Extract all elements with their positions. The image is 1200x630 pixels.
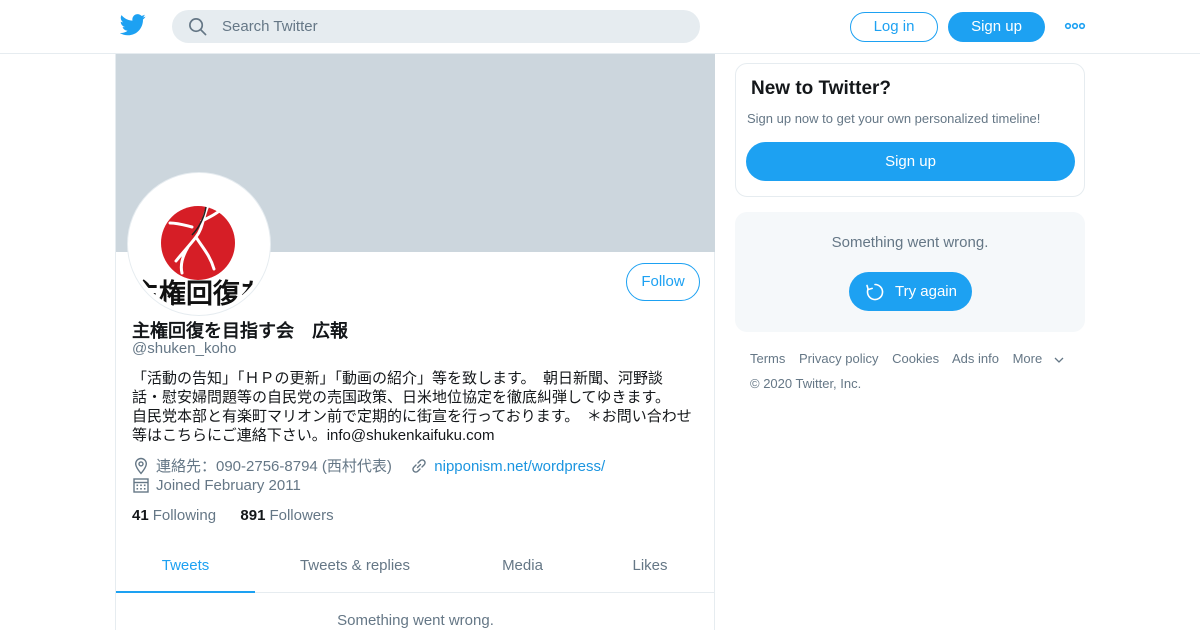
chevron-down-icon: [1054, 357, 1064, 363]
profile-location-row: 連絡先：090-2756-8794 (西村代表) nipponism.net/w…: [132, 455, 605, 475]
following-label: Following: [152, 507, 217, 524]
top-navigation-bar: Log in Sign up: [0, 0, 1200, 54]
tab-tweets-and-replies[interactable]: Tweets & replies: [255, 546, 455, 593]
tab-tweets[interactable]: Tweets: [116, 546, 255, 593]
more-options-icon[interactable]: [1064, 18, 1086, 34]
search-box[interactable]: [172, 10, 700, 43]
footer-more-label: More: [1012, 351, 1043, 366]
footer-link-privacy[interactable]: Privacy policy: [799, 351, 878, 366]
followers-count: 891: [240, 507, 266, 524]
avatar-logo-text: 主権回復を: [132, 278, 266, 310]
footer-links: Terms Privacy policy Cookies Ads info Mo…: [750, 351, 1074, 366]
bio-line: 話・慰安婦問題等の自民党の売国政策、日米地位協定を徹底糾弾してゆきます。: [132, 389, 671, 406]
link-icon: [412, 459, 426, 473]
sidebar-error-message: Something went wrong.: [831, 234, 989, 251]
try-again-label: Try again: [895, 283, 957, 300]
footer-link-more[interactable]: More: [1013, 351, 1065, 366]
following-stat[interactable]: 41 Following: [132, 507, 216, 524]
followers-label: Followers: [269, 507, 334, 524]
new-to-twitter-subtitle: Sign up now to get your own personalized…: [747, 111, 1041, 126]
bio-line: 「活動の告知」「ＨＰの更新」「動画の紹介」等を致します。 朝日新聞、河野談: [132, 370, 664, 387]
follow-button[interactable]: Follow: [626, 263, 700, 301]
try-again-button[interactable]: Try again: [849, 272, 972, 311]
location-pin-icon: [134, 457, 148, 475]
new-to-twitter-title: New to Twitter?: [751, 78, 892, 99]
twitter-bird-icon[interactable]: [120, 14, 146, 36]
avatar-logo-image: 主権回復を: [132, 199, 266, 310]
profile-tabs: Tweets Tweets & replies Media Likes: [116, 546, 715, 593]
bio-line: 等はこちらにご連絡下さい。info@shukenkaifuku.com: [132, 427, 495, 444]
profile-counts: 41 Following 891 Followers: [132, 507, 334, 524]
profile-handle[interactable]: @shuken_koho: [132, 340, 236, 357]
profile-website-link[interactable]: nipponism.net/wordpress/: [434, 458, 605, 475]
refresh-icon: [866, 283, 884, 301]
footer-link-cookies[interactable]: Cookies: [892, 351, 939, 366]
bio-line: 自民党本部と有楽町マリオン前で定期的に街宣を行っております。 ＊お問い合わせ: [132, 408, 692, 425]
feed-error-message: Something went wrong.: [337, 612, 494, 629]
search-input[interactable]: [222, 10, 682, 43]
following-count: 41: [132, 507, 149, 524]
followers-stat[interactable]: 891 Followers: [240, 507, 333, 524]
avatar[interactable]: 主権回復を: [128, 173, 270, 315]
profile-column: 主権回復を Follow 主権回復を目指す会 広報 @shuken_koho 「…: [115, 54, 715, 630]
footer-link-terms[interactable]: Terms: [750, 351, 785, 366]
footer-link-ads-info[interactable]: Ads info: [952, 351, 999, 366]
login-button[interactable]: Log in: [850, 12, 938, 42]
profile-bio: 「活動の告知」「ＨＰの更新」「動画の紹介」等を致します。 朝日新聞、河野談 話・…: [132, 369, 698, 445]
search-icon: [189, 18, 207, 36]
signup-button[interactable]: Sign up: [948, 12, 1045, 42]
tab-likes[interactable]: Likes: [590, 546, 710, 593]
copyright-text: © 2020 Twitter, Inc.: [750, 376, 862, 391]
calendar-icon: [133, 478, 149, 493]
profile-joined-date: Joined February 2011: [156, 477, 301, 494]
profile-location: 連絡先：090-2756-8794 (西村代表): [156, 458, 392, 475]
tab-media[interactable]: Media: [455, 546, 590, 593]
profile-joined-row: Joined February 2011: [132, 476, 301, 496]
sidebar-signup-button[interactable]: Sign up: [746, 142, 1075, 181]
new-to-twitter-card: New to Twitter? Sign up now to get your …: [735, 63, 1085, 197]
sidebar-error-card: Something went wrong. Try again: [735, 212, 1085, 332]
